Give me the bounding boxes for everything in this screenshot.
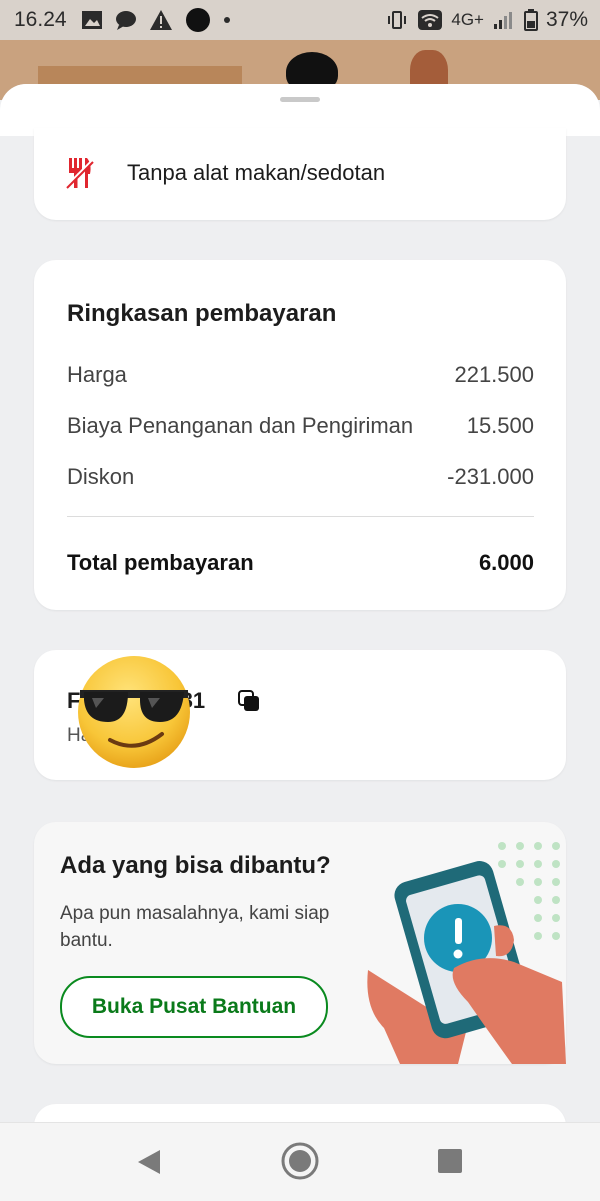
summary-divider xyxy=(67,516,534,517)
vibrate-icon xyxy=(388,11,407,29)
copy-icon[interactable] xyxy=(238,690,260,712)
cutlery-option-card: Tanpa alat makan/sedotan xyxy=(34,128,566,220)
status-bar: 16.24 4G+ 37% xyxy=(0,0,600,40)
next-card xyxy=(34,1104,566,1122)
wifi-icon xyxy=(418,10,443,30)
payment-summary-card: Ringkasan pembayaran Harga 221.500 Biaya… xyxy=(34,260,566,610)
summary-row-discount: Diskon -231.000 xyxy=(67,464,534,490)
summary-row-label: Diskon xyxy=(67,464,135,489)
status-time: 16.24 xyxy=(14,8,67,31)
warning-icon xyxy=(149,10,172,30)
signal-icon xyxy=(493,12,512,29)
summary-total-row: Total pembayaran 6.000 xyxy=(67,550,534,576)
phone-help-illustration xyxy=(367,842,566,1064)
drag-handle[interactable] xyxy=(280,97,320,102)
battery-percent: 37% xyxy=(545,8,588,31)
help-description: Apa pun masalahnya, kami siap bantu. xyxy=(60,903,330,951)
circle-dot-icon xyxy=(185,8,210,32)
more-dot-icon xyxy=(223,17,230,23)
cutlery-label: Tanpa alat makan/sedotan xyxy=(127,160,386,185)
summary-row-value: 15.500 xyxy=(466,413,534,438)
payment-summary-title: Ringkasan pembayaran xyxy=(67,300,337,327)
summary-row-value: 221.500 xyxy=(454,362,534,387)
summary-row-value: -231.000 xyxy=(447,464,534,489)
summary-row-label: Biaya Penanganan dan Pengiriman xyxy=(67,413,414,438)
total-label: Total pembayaran xyxy=(67,550,254,575)
summary-row-label: Harga xyxy=(67,362,127,387)
back-icon[interactable] xyxy=(134,1147,164,1177)
chat-icon xyxy=(115,11,136,30)
recent-apps-icon[interactable] xyxy=(436,1147,464,1175)
battery-icon xyxy=(523,9,538,31)
help-title: Ada yang bisa dibantu? xyxy=(60,852,331,879)
help-card: Ada yang bisa dibantu? Apa pun masalahny… xyxy=(34,822,566,1064)
network-type: 4G+ xyxy=(451,10,484,29)
gallery-icon xyxy=(81,11,102,29)
cutlery-crossed-icon xyxy=(66,158,94,189)
total-value: 6.000 xyxy=(478,550,534,575)
summary-row-price: Harga 221.500 xyxy=(67,362,534,388)
summary-row-fee: Biaya Penanganan dan Pengiriman 15.500 xyxy=(67,413,534,439)
order-id-card: F031 Ha xyxy=(34,650,566,780)
system-nav-bar xyxy=(0,1122,600,1201)
sunglasses-emoji-sticker xyxy=(78,656,190,768)
bottom-sheet[interactable]: Tanpa alat makan/sedotan Ringkasan pemba… xyxy=(0,84,600,1122)
status-notification-icons xyxy=(81,7,231,33)
home-icon[interactable] xyxy=(280,1141,320,1181)
help-center-button[interactable]: Buka Pusat Bantuan xyxy=(60,976,328,1038)
